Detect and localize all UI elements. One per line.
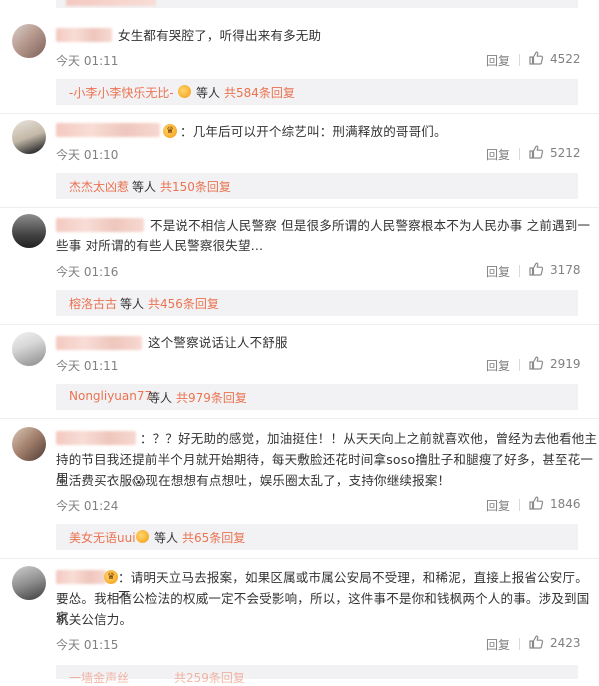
comment-text-line2: 要怂。我相信公检法的权威一定不会受影响，所以，这件事不是你和钱枫两个人的事。涉及… xyxy=(56,591,590,625)
divider-line xyxy=(0,558,599,559)
comment-time: 今天 01:16 xyxy=(56,265,119,279)
vip-crown-icon xyxy=(136,530,149,543)
thumbs-up-icon[interactable] xyxy=(528,495,544,511)
divider xyxy=(519,499,520,511)
comment-text: ：几年后可以开个综艺叫：刑满释放的哥哥们。 xyxy=(180,124,447,139)
avatar[interactable] xyxy=(12,24,46,58)
vip-crown-icon xyxy=(178,85,191,98)
sub-replies-box[interactable]: 一墙金声丝 共259条回复 xyxy=(56,665,578,685)
avatar[interactable] xyxy=(12,332,46,366)
username-blurred[interactable] xyxy=(56,123,160,137)
divider xyxy=(519,148,520,160)
avatar[interactable] xyxy=(12,566,46,600)
comment-time: 今天 01:10 xyxy=(56,148,119,162)
reply-button[interactable]: 回复 xyxy=(486,52,510,69)
like-count: 1846 xyxy=(550,497,581,511)
reply-button[interactable]: 回复 xyxy=(486,146,510,163)
comment-time: 今天 01:15 xyxy=(56,638,119,652)
sub-replies-box[interactable]: 美女无语uui 等人 共65条回复 xyxy=(56,524,578,550)
sub-reply-total[interactable]: 共979条回复 xyxy=(176,389,247,406)
sub-replies-box[interactable]: Nongliyuan77 等人 共979条回复 xyxy=(56,384,578,410)
sub-replies-box[interactable]: 榕洛古古 等人 共456条回复 xyxy=(56,290,578,316)
avatar[interactable] xyxy=(12,214,46,248)
thumbs-up-icon[interactable] xyxy=(528,634,544,650)
like-count: 2423 xyxy=(550,636,581,650)
like-count: 3178 xyxy=(550,263,581,277)
comment-text-line1: 不是说不相信人民警察 但是很多所谓的人民警察根本不为人民办事 之前遇到一 xyxy=(150,218,591,233)
sub-reply-total[interactable]: 共65条回复 xyxy=(182,529,245,546)
sub-replies-box[interactable]: -小李小李快乐无比- 等人 共584条回复 xyxy=(56,79,578,105)
sub-reply-name[interactable]: 杰杰太凶惹 xyxy=(69,178,129,195)
comment-time: 今天 01:11 xyxy=(56,359,119,373)
deng-ren-label: 等人 xyxy=(148,391,173,405)
sub-replies-box[interactable]: 杰杰太凶惹 等人 共150条回复 xyxy=(56,173,578,199)
reply-button[interactable]: 回复 xyxy=(486,357,510,374)
username-blurred[interactable] xyxy=(56,431,136,445)
deng-ren-label: 等人 xyxy=(132,180,157,194)
sub-reply-total[interactable]: 共584条回复 xyxy=(224,84,295,101)
comment-text-line1: ：？？好无助的感觉，加油挺住！！从天天向上之前就喜欢他，曾经为去他看他主 xyxy=(140,431,598,446)
username-blurred[interactable] xyxy=(56,218,144,232)
username-blurred[interactable] xyxy=(56,28,112,42)
avatar[interactable] xyxy=(12,427,46,461)
sub-reply-total[interactable]: 共259条回复 xyxy=(174,669,245,686)
sub-reply-name[interactable]: 美女无语uui xyxy=(69,529,136,546)
divider xyxy=(519,638,520,650)
comment-text-line3: 机关公信力。 xyxy=(56,612,133,627)
previous-reply-name-blurred xyxy=(66,0,156,6)
thumbs-up-icon[interactable] xyxy=(528,50,544,66)
divider xyxy=(519,54,520,66)
comment-time: 今天 01:24 xyxy=(56,499,119,513)
reply-button[interactable]: 回复 xyxy=(486,497,510,514)
thumbs-up-icon[interactable] xyxy=(528,144,544,160)
deng-ren-label: 等人 xyxy=(196,86,221,100)
reply-button[interactable]: 回复 xyxy=(486,636,510,653)
deng-ren-label: 等人 xyxy=(120,297,145,311)
username-blurred[interactable] xyxy=(56,570,106,584)
thumbs-up-icon[interactable] xyxy=(528,261,544,277)
sub-reply-name[interactable]: Nongliyuan77 xyxy=(69,389,152,403)
thumbs-up-icon[interactable] xyxy=(528,355,544,371)
sub-reply-name[interactable]: -小李小李快乐无比- xyxy=(69,84,174,101)
vip-crown-icon: ♛ xyxy=(163,124,177,138)
divider-line xyxy=(0,418,599,419)
deng-ren-label: 等人 xyxy=(154,531,179,545)
reply-button[interactable]: 回复 xyxy=(486,263,510,280)
username-blurred[interactable] xyxy=(56,336,142,350)
like-count: 4522 xyxy=(550,52,581,66)
comment-time: 今天 01:11 xyxy=(56,54,119,68)
sub-reply-total[interactable]: 共456条回复 xyxy=(148,295,219,312)
comment-text-line2: 些事 对所谓的有些人民警察很失望… xyxy=(56,238,264,253)
divider xyxy=(519,265,520,277)
comment-text-line3: 生活费买衣服😱现在想想有点想吐，娱乐圈太乱了，支持你继续报案！ xyxy=(56,473,451,488)
sub-reply-name[interactable]: 一墙金声丝 xyxy=(69,669,129,686)
like-count: 2919 xyxy=(550,357,581,371)
sub-reply-name[interactable]: 榕洛古古 xyxy=(69,295,117,312)
divider-line xyxy=(0,324,599,325)
divider-line xyxy=(0,207,599,208)
divider-line xyxy=(0,113,599,114)
comment-text: 女生都有哭腔了，听得出来有多无助 xyxy=(118,28,322,43)
like-count: 5212 xyxy=(550,146,581,160)
vip-crown-icon: ♛ xyxy=(104,570,118,584)
comment-text: 这个警察说话让人不舒服 xyxy=(148,335,288,350)
sub-reply-total[interactable]: 共150条回复 xyxy=(160,178,231,195)
divider xyxy=(519,359,520,371)
avatar[interactable] xyxy=(12,120,46,154)
